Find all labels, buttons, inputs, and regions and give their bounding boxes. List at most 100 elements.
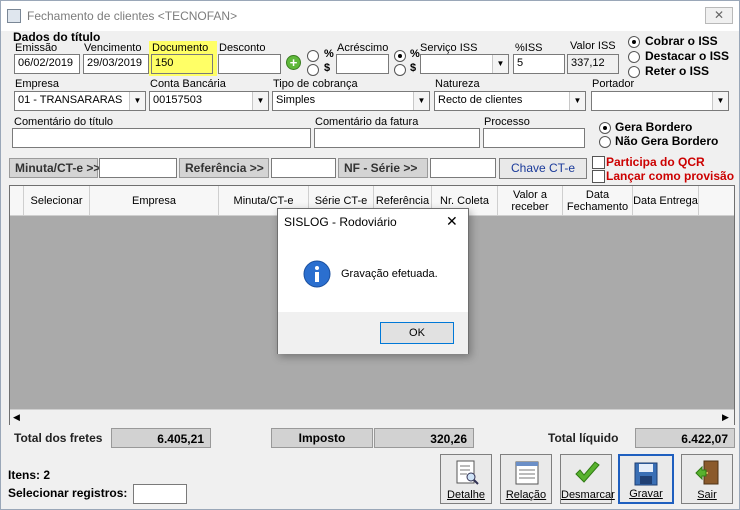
detalhe-label: Detalhe [447,489,485,501]
valor-iss-field: 337,12 [567,54,619,74]
empresa-select[interactable]: 01 - TRANSARARAS ▼ [14,91,146,111]
natureza-select[interactable]: Recto de clientes ▼ [434,91,586,111]
iss-option-destacar: Destacar o ISS [645,49,730,63]
grid-header-fechamento[interactable]: Data Fechamento [563,186,633,216]
total-liquido-label: Total líquido [548,431,619,445]
documento-label: Documento [152,42,209,54]
chevron-down-icon[interactable]: ▼ [492,55,508,73]
list-icon [515,461,539,485]
vencimento-label: Vencimento [84,42,142,54]
iss-option-cobrar: Cobrar o ISS [645,34,718,48]
acrescimo-dollar-symbol: $ [410,62,417,74]
document-search-icon [456,460,479,485]
tipo-label: Tipo de cobrança [273,78,358,90]
vencimento-field[interactable]: 29/03/2019 [83,54,149,74]
processo-field[interactable] [483,128,585,148]
horizontal-scrollbar[interactable]: ◀ ▶ [10,409,734,425]
acrescimo-dollar-radio[interactable] [394,64,406,76]
chevron-down-icon[interactable]: ▼ [712,92,728,110]
info-icon [303,260,331,288]
iss-radio-destacar[interactable] [628,51,640,63]
desconto-pct-radio[interactable] [307,50,319,62]
empresa-label: Empresa [15,78,60,90]
servico-select[interactable]: ▼ [420,54,509,74]
acrescimo-pct-radio[interactable] [394,50,406,62]
acrescimo-field[interactable] [336,54,389,74]
chevron-down-icon[interactable]: ▼ [129,92,145,110]
nf-serie-filter-button[interactable]: NF - Série >> [338,158,428,178]
conta-label: Conta Bancária [150,78,226,90]
desmarcar-button[interactable]: Desmarcar [560,454,615,504]
chevron-down-icon[interactable]: ▼ [413,92,429,110]
relacao-label: Relação [505,489,547,501]
sair-label: Sair [697,489,717,501]
lancar-provisao-label: Lançar como provisão [606,169,735,183]
itens-count: Itens: 2 [8,468,51,482]
minuta-filter-field[interactable] [99,158,177,178]
grid-header-empresa[interactable]: Empresa [90,186,219,216]
relacao-button[interactable]: Relação [500,454,552,504]
natureza-value: Recto de clientes [438,94,523,106]
sair-button[interactable]: Sair [681,454,733,504]
tipo-select[interactable]: Simples ▼ [272,91,430,111]
desconto-field[interactable] [218,54,281,74]
desconto-dollar-symbol: $ [324,62,331,74]
iss-radio-cobrar[interactable] [628,36,640,48]
add-icon[interactable]: + [286,55,301,70]
scroll-left-icon[interactable]: ◀ [13,412,20,423]
grid-header-valor[interactable]: Valor a receber [498,186,563,216]
referencia-filter-button[interactable]: Referência >> [179,158,269,178]
tipo-value: Simples [276,94,316,106]
grid-header-spacer [699,186,734,216]
chevron-down-icon[interactable]: ▼ [569,92,585,110]
referencia-filter-field[interactable] [271,158,336,178]
selecionar-registros-field[interactable] [133,484,187,504]
conta-value: 00157503 [153,94,202,106]
iss-radio-reter[interactable] [628,66,640,78]
total-liquido-value: 6.422,07 [635,428,735,448]
pct-iss-field[interactable]: 5 [513,54,565,74]
scroll-right-icon[interactable]: ▶ [722,412,729,423]
grid-header-indicator [10,186,24,216]
comentario-titulo-field[interactable] [12,128,311,148]
comentario-titulo-label: Comentário do título [14,116,114,128]
documento-field[interactable]: 150 [151,54,213,74]
minuta-filter-button[interactable]: Minuta/CT-e >> [9,158,100,178]
iss-option-reter: Reter o ISS [645,64,710,78]
bordero-radio-gera[interactable] [599,122,611,134]
desconto-dollar-radio[interactable] [307,64,319,76]
acrescimo-label: Acréscimo [337,42,389,54]
grid-header-selecionar[interactable]: Selecionar [24,186,90,216]
total-fretes-label: Total dos fretes [14,431,103,445]
ok-button[interactable]: OK [380,322,454,344]
emissao-label: Emissão [15,42,58,54]
comentario-fatura-field[interactable] [314,128,480,148]
exit-door-icon [695,460,719,485]
emissao-field[interactable]: 06/02/2019 [14,54,80,74]
chevron-down-icon[interactable]: ▼ [252,92,268,110]
bordero-option-nao: Não Gera Bordero [615,134,719,148]
detalhe-button[interactable]: Detalhe [440,454,492,504]
desmarcar-label: Desmarcar [561,489,615,501]
lancar-provisao-checkbox[interactable] [592,170,605,183]
checkmark-icon [575,461,600,483]
dialog-message: Gravação efetuada. [341,268,438,280]
grid-header-entrega[interactable]: Data Entrega [633,186,699,216]
conta-select[interactable]: 00157503 ▼ [149,91,269,111]
close-icon[interactable]: ✕ [705,7,733,24]
processo-label: Processo [484,116,530,128]
total-fretes-value: 6.405,21 [111,428,211,448]
portador-select[interactable]: ▼ [591,91,729,111]
pct-iss-label: %ISS [515,42,543,54]
gravar-button[interactable]: Gravar [618,454,674,504]
nf-serie-filter-field[interactable] [430,158,496,178]
bordero-radio-nao[interactable] [599,136,611,148]
desconto-label: Desconto [219,42,266,54]
participa-qcr-checkbox[interactable] [592,156,605,169]
bordero-option-gera: Gera Bordero [615,120,693,134]
empresa-value: 01 - TRANSARARAS [18,94,123,106]
valor-iss-label: Valor ISS [570,40,616,52]
acrescimo-pct-symbol: % [410,48,420,60]
chave-cte-button[interactable]: Chave CT-e [499,158,587,179]
dialog-close-icon[interactable]: ✕ [446,213,458,230]
